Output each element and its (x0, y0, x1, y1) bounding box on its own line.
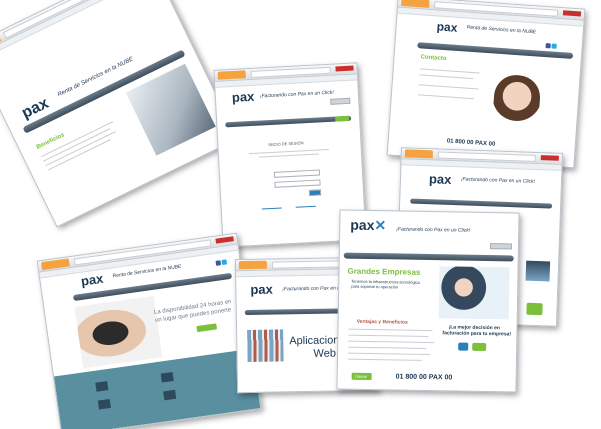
woman-headset-image (491, 73, 542, 139)
advantages-heading: Ventajas y Beneficios (356, 318, 408, 326)
click-tagline: ¡Facturando con Pax en un Click! (259, 89, 334, 100)
password-input[interactable] (274, 179, 321, 188)
pax-logo: pax (250, 281, 273, 297)
facebook-icon[interactable] (215, 260, 222, 266)
feature-thumb (163, 389, 177, 401)
nav-bar[interactable] (343, 252, 514, 262)
header-button[interactable] (330, 97, 351, 105)
facebook-icon[interactable] (545, 43, 551, 49)
window-controls-icon[interactable] (335, 65, 354, 72)
address-bar[interactable] (2, 0, 130, 39)
feature-thumb (97, 398, 111, 410)
social-icons (545, 43, 557, 49)
window-controls-icon[interactable] (215, 236, 234, 244)
contact-heading: Contacto (420, 54, 447, 63)
login-heading: INICIO DE SESIÓN (268, 140, 304, 148)
browser-tab-icon[interactable] (404, 149, 433, 159)
social-icons (215, 259, 228, 266)
apps-title-line2: Web (313, 347, 337, 360)
companies-intro-line2: para soportar tu operación (351, 283, 399, 290)
click-tagline: ¡Facturando con Pax en un Click! (396, 226, 471, 234)
username-input[interactable] (273, 169, 321, 178)
pax-logo: pax (79, 270, 105, 289)
green-badge-image (526, 302, 543, 316)
nav-bar[interactable] (410, 198, 553, 209)
nav-bar[interactable] (225, 115, 352, 128)
services-tagline: Renta de Servicios en la NUBE (466, 24, 537, 36)
feature-thumb (95, 381, 109, 392)
social-icon[interactable] (458, 342, 469, 351)
address-bar[interactable] (437, 151, 536, 162)
window-controls-icon[interactable] (540, 155, 559, 161)
companies-heading: Grandes Empresas (347, 266, 421, 277)
social-icon[interactable] (472, 342, 487, 352)
window-services: pax Renta de Servicios en la NUBE Benefi… (0, 0, 239, 228)
call-button[interactable]: Llamar (351, 372, 372, 381)
header-button[interactable] (489, 243, 513, 250)
login-button[interactable] (308, 189, 322, 197)
businessman-image (438, 266, 510, 320)
call-button-label: Llamar (354, 373, 367, 379)
collage: pax Renta de Servicios en la NUBE Benefi… (0, 0, 601, 429)
browser-tab-icon[interactable] (40, 258, 70, 271)
feature-thumb (160, 371, 174, 383)
contact-phone: 01 800 00 PAX 00 (446, 138, 496, 148)
pax-logo: pax (436, 19, 458, 35)
browser-tab-icon[interactable] (217, 70, 246, 80)
twitter-icon[interactable] (551, 43, 557, 49)
address-bar[interactable] (250, 66, 331, 78)
green-button[interactable] (196, 323, 218, 333)
pax-logo: pax✕ (350, 216, 387, 234)
browser-tab-icon[interactable] (401, 0, 430, 8)
twitter-icon[interactable] (221, 259, 228, 266)
window-contact: pax Renta de Servicios en la NUBE Contac… (386, 0, 586, 169)
window-availability: pax Renta de Servicios en la NUBE La dis… (36, 232, 262, 429)
books-image (247, 329, 284, 363)
screen-image (525, 260, 551, 282)
pax-logo: pax (231, 88, 255, 105)
green-tab-button[interactable] (335, 115, 350, 122)
promo-line2: facturación para tu empresa! (442, 330, 512, 338)
hand-device-image (74, 295, 163, 369)
window-controls-icon[interactable] (562, 10, 582, 17)
benefits-heading: Beneficios (35, 132, 66, 151)
pax-logo: pax (428, 171, 452, 187)
browser-tab-icon[interactable] (238, 260, 268, 270)
window-companies: pax✕ ¡Facturando con Pax en un Click! Gr… (336, 209, 520, 393)
click-tagline: ¡Facturando con Pax en un Click! (460, 176, 535, 185)
companies-phone: 01 800 00 PAX 00 (395, 373, 453, 382)
